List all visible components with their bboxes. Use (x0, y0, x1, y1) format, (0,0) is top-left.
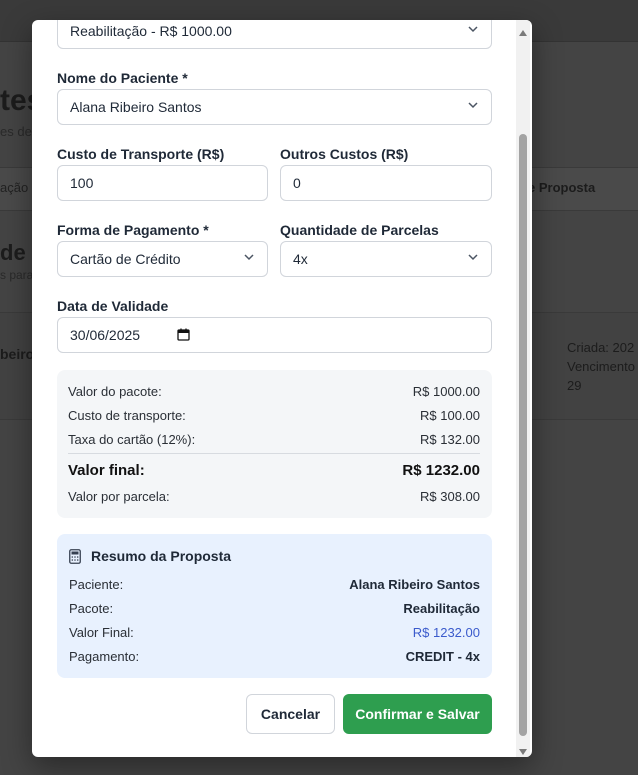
resume-label: Pacote: (69, 601, 114, 616)
resume-label: Pagamento: (69, 649, 140, 664)
background-row-date-line: 29 (567, 378, 582, 393)
other-costs-input[interactable]: 0 (280, 165, 492, 201)
background-row-date-line: Criada: 202 (567, 340, 635, 355)
chevron-down-icon (468, 102, 478, 111)
summary-row-final: Valor final: R$ 1232.00 (68, 462, 480, 479)
patient-label: Nome do Paciente * (57, 70, 188, 86)
calculator-icon (69, 548, 81, 564)
summary-final-value: R$ 1232.00 (402, 462, 480, 479)
resume-value: CREDIT - 4x (405, 649, 480, 664)
resume-row-payment: Pagamento: CREDIT - 4x (69, 649, 480, 664)
other-costs-value: 0 (293, 175, 301, 191)
transport-cost-label: Custo de Transporte (R$) (57, 146, 225, 162)
resume-row-patient: Paciente: Alana Ribeiro Santos (69, 577, 480, 592)
summary-label: Valor por parcela: (68, 489, 170, 504)
installments-label: Quantidade de Parcelas (280, 222, 439, 238)
summary-label: Taxa do cartão (12%): (68, 432, 196, 447)
background-page-subtitle: es de (0, 124, 32, 139)
background-row-dates: Criada: 202 Vencimento 29 (567, 338, 635, 395)
summary-row-transport: Custo de transporte: R$ 100.00 (68, 408, 480, 423)
proposal-resume: Resumo da Proposta Paciente: Alana Ribei… (57, 534, 492, 678)
package-select-value: Reabilitação - R$ 1000.00 (70, 23, 232, 39)
chevron-down-icon (468, 26, 478, 35)
transport-cost-input[interactable]: 100 (57, 165, 268, 201)
other-costs-label: Outros Custos (R$) (280, 146, 409, 162)
installments-value: 4x (293, 251, 308, 267)
summary-value: R$ 132.00 (420, 432, 480, 447)
resume-label: Paciente: (69, 577, 124, 592)
scroll-down-arrow-icon[interactable] (518, 744, 528, 755)
summary-value: R$ 100.00 (420, 408, 480, 423)
background-section-heading: de (0, 240, 26, 265)
resume-value: Alana Ribeiro Santos (349, 577, 480, 592)
scrollbar-thumb[interactable] (519, 134, 527, 736)
background-row-date-line: Vencimento (567, 359, 635, 374)
validity-date-input[interactable]: 30/06/2025 (57, 317, 492, 353)
resume-title-text: Resumo da Proposta (91, 548, 232, 564)
summary-value: R$ 308.00 (420, 489, 480, 504)
transport-cost-value: 100 (70, 175, 94, 191)
chevron-down-icon (468, 254, 478, 263)
chevron-down-icon (244, 254, 254, 263)
summary-value: R$ 1000.00 (412, 384, 480, 399)
resume-title: Resumo da Proposta (69, 548, 231, 564)
background-row-name: beiro (0, 346, 35, 362)
scroll-up-arrow-icon[interactable] (518, 25, 528, 36)
summary-final-label: Valor final: (68, 462, 145, 479)
resume-label: Valor Final: (69, 625, 134, 640)
patient-select[interactable]: Alana Ribeiro Santos (57, 89, 492, 125)
resume-value: Reabilitação (403, 601, 480, 616)
validity-date-value: 30/06/2025 (70, 327, 141, 343)
confirm-save-button[interactable]: Confirmar e Salvar (343, 694, 492, 734)
payment-method-label: Forma de Pagamento * (57, 222, 209, 238)
summary-label: Valor do pacote: (68, 384, 162, 399)
validity-date-label: Data de Validade (57, 298, 169, 314)
summary-divider (68, 453, 480, 454)
resume-final-value: R$ 1232.00 (412, 625, 480, 640)
resume-row-final: Valor Final: R$ 1232.00 (69, 625, 480, 640)
summary-row-package: Valor do pacote: R$ 1000.00 (68, 384, 480, 399)
summary-row-per-installment: Valor por parcela: R$ 308.00 (68, 489, 480, 504)
background-section-subtitle: s para (0, 268, 34, 282)
cancel-button[interactable]: Cancelar (246, 694, 335, 734)
patient-select-value: Alana Ribeiro Santos (70, 99, 202, 115)
installments-select[interactable]: 4x (280, 241, 492, 277)
summary-label: Custo de transporte: (68, 408, 186, 423)
payment-method-select[interactable]: Cartão de Crédito (57, 241, 268, 277)
payment-method-value: Cartão de Crédito (70, 251, 181, 267)
cost-summary: Valor do pacote: R$ 1000.00 Custo de tra… (57, 370, 492, 518)
proposal-modal: Reabilitação - R$ 1000.00 Nome do Pacien… (32, 20, 532, 757)
package-select[interactable]: Reabilitação - R$ 1000.00 (57, 20, 492, 49)
background-column-header-right: e Proposta (528, 180, 596, 195)
resume-row-package: Pacote: Reabilitação (69, 601, 480, 616)
background-column-header-left: ação (0, 180, 29, 195)
calendar-icon[interactable] (177, 328, 190, 344)
summary-row-card-fee: Taxa do cartão (12%): R$ 132.00 (68, 432, 480, 447)
